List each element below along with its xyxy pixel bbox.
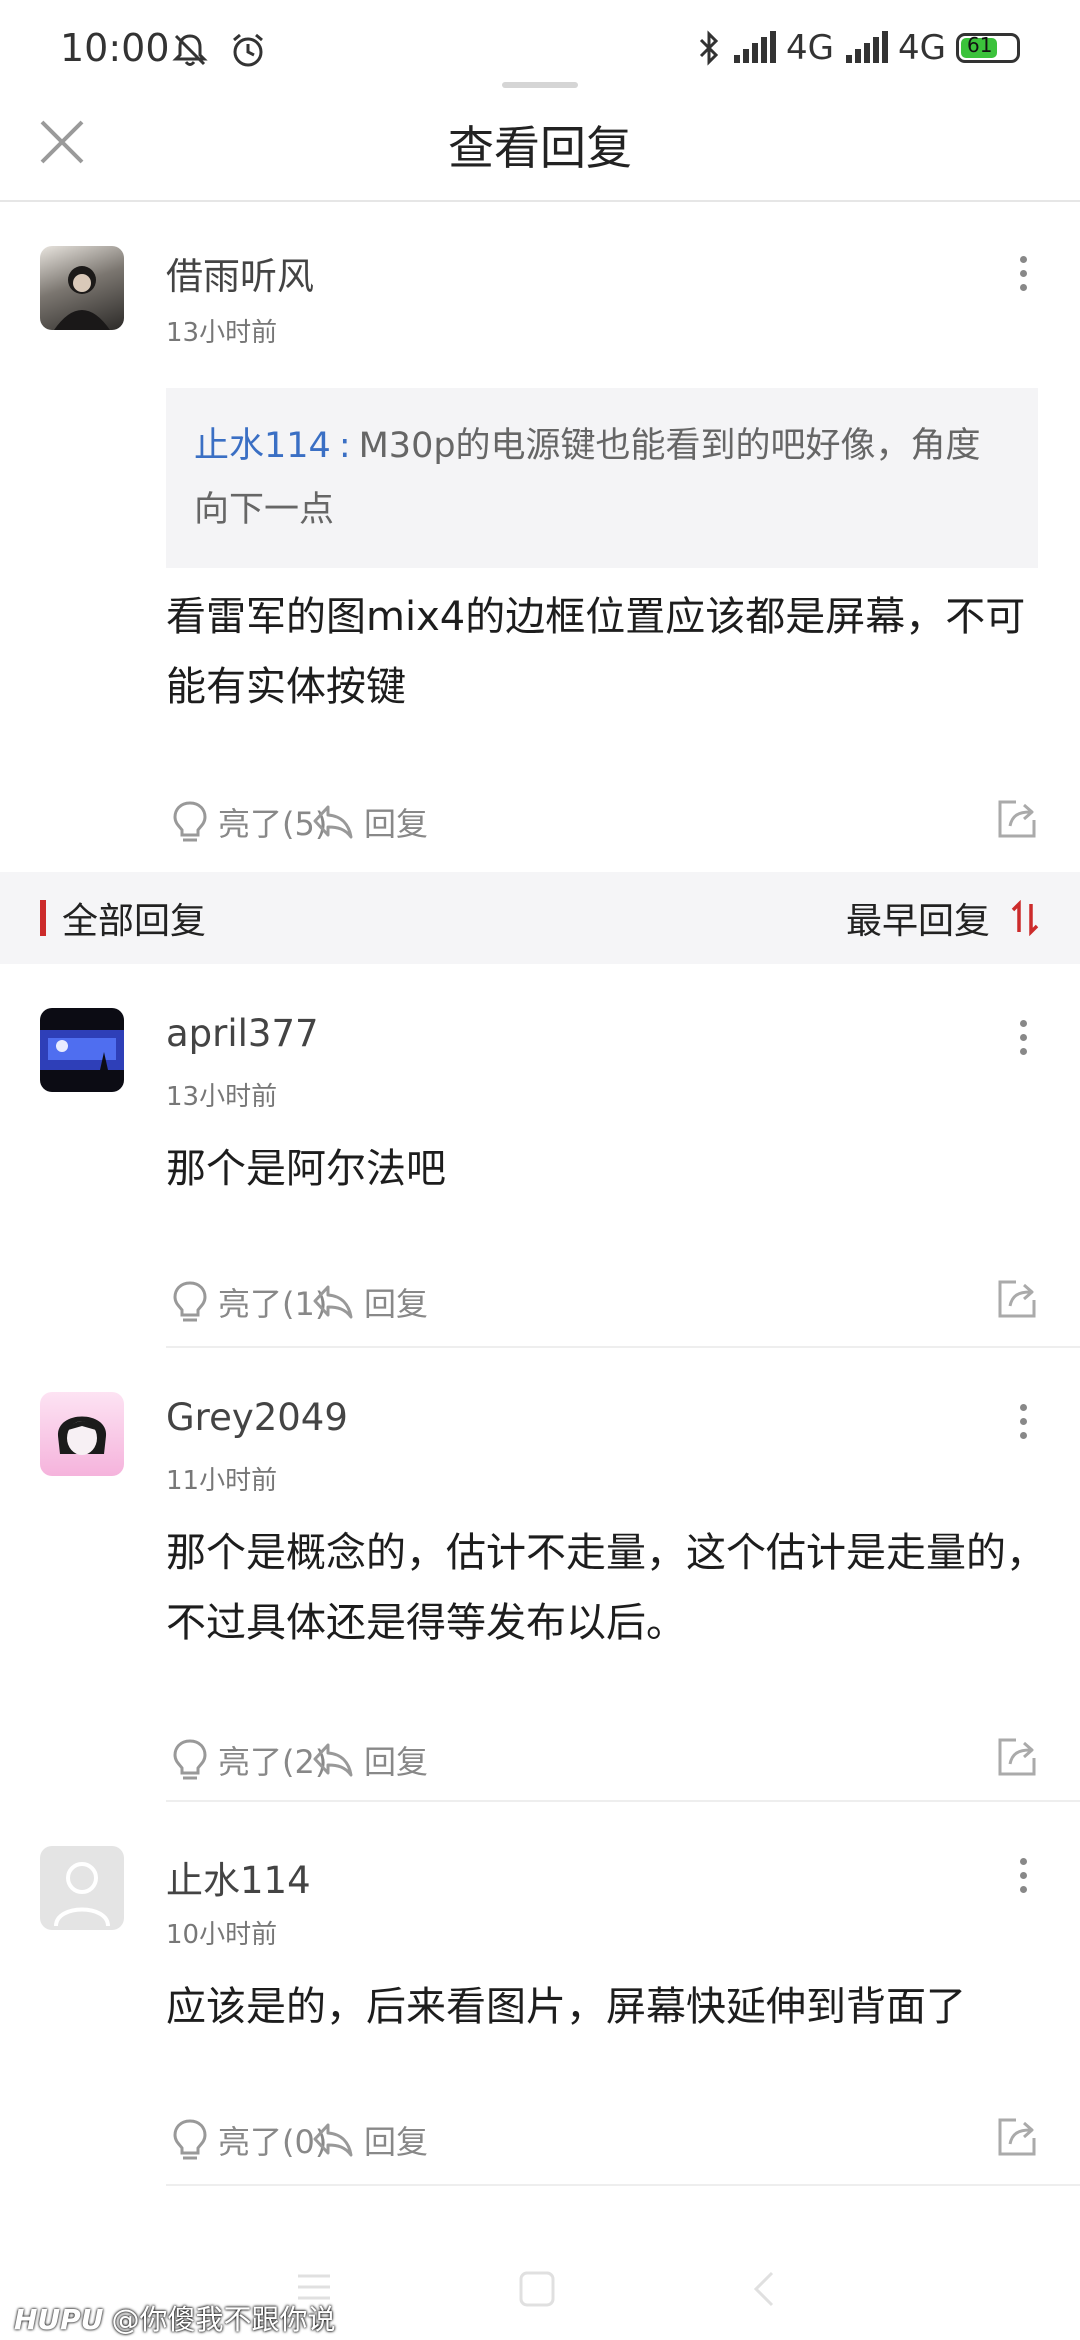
username[interactable]: april377 (166, 1012, 319, 1055)
like-button[interactable]: 亮了(5) (172, 792, 327, 852)
share-button[interactable] (996, 796, 1040, 848)
post-time: 10小时前 (166, 1920, 278, 1950)
share-icon (998, 2118, 1036, 2156)
section-marker (40, 900, 46, 936)
sort-button[interactable]: 最早回复 (846, 892, 1040, 944)
share-button[interactable] (996, 2114, 1040, 2166)
like-button[interactable]: 亮了(0) (172, 2110, 327, 2170)
battery-level: 61 (967, 33, 993, 57)
reply-button[interactable]: 回复 (312, 2110, 428, 2170)
like-button[interactable]: 亮了(2) (172, 1730, 327, 1790)
sort-arrows-icon (1011, 900, 1039, 936)
reply-arrow-icon (313, 1743, 353, 1777)
reply-label: 回复 (364, 2123, 429, 2161)
more-options-button[interactable] (1020, 1020, 1028, 1062)
divider (166, 1800, 1080, 1802)
bluetooth-icon (699, 30, 719, 66)
avatar-anime-icon (57, 1416, 107, 1455)
reply-arrow-icon (313, 805, 353, 839)
reply-actions: 亮了(0) 回复 (166, 2110, 1040, 2170)
more-options-button[interactable] (1020, 256, 1028, 298)
avatar-stage-icon (40, 1030, 124, 1070)
lightbulb-icon (173, 801, 207, 842)
divider (166, 2184, 1080, 2186)
post-time: 13小时前 (166, 1082, 278, 1112)
avatar[interactable] (40, 1008, 124, 1092)
avatar[interactable] (40, 1392, 124, 1476)
divider (166, 1346, 1080, 1348)
mute-bell-icon (172, 34, 208, 66)
watermark: HUPU @你傻我不跟你说 (14, 2298, 335, 2338)
reply-label: 回复 (364, 1743, 429, 1781)
signal-hd-icon (846, 31, 889, 63)
reply-actions: 亮了(1) 回复 (166, 1272, 1040, 1332)
comment-text: 看雷军的图mix4的边框位置应该都是屏幕，不可能有实体按键 (166, 594, 1026, 710)
reply-label: 回复 (364, 1285, 429, 1323)
like-count: 亮了(2) (218, 1743, 328, 1781)
username[interactable]: 止水114 (166, 1850, 311, 1904)
reply-button[interactable]: 回复 (312, 1730, 428, 1790)
reply-button[interactable]: 回复 (312, 792, 428, 852)
avatar[interactable] (40, 1846, 124, 1930)
reply-text: 那个是阿尔法吧 (166, 1146, 446, 1192)
quoted-username[interactable]: 止水114 (194, 426, 331, 466)
reply-actions: 亮了(2) 回复 (166, 1730, 1040, 1790)
home-nav-icon[interactable] (518, 2270, 556, 2308)
status-bar: 10:00 4G 4G 61 (0, 0, 1080, 100)
lightbulb-icon (173, 2119, 207, 2160)
reply-arrow-icon (313, 2123, 353, 2157)
post-time: 13小时前 (166, 318, 278, 348)
like-count: 亮了(1) (218, 1285, 328, 1323)
lightbulb-icon (173, 1281, 207, 1322)
more-options-button[interactable] (1020, 1404, 1028, 1446)
more-options-button[interactable] (1020, 1858, 1028, 1900)
page-title: 查看回复 (448, 121, 632, 175)
section-title: 全部回复 (62, 901, 207, 942)
comment-actions: 亮了(5) 回复 (166, 792, 1040, 852)
reply-label: 回复 (364, 805, 429, 843)
battery-icon: 61 (956, 33, 1020, 63)
like-count: 亮了(5) (218, 805, 328, 843)
sort-label: 最早回复 (845, 901, 990, 942)
like-count: 亮了(0) (218, 2123, 328, 2161)
back-nav-icon[interactable] (752, 2270, 776, 2308)
sheet-handle[interactable] (502, 82, 578, 88)
network-label-2: 4G (898, 28, 946, 68)
like-button[interactable]: 亮了(1) (172, 1272, 327, 1332)
share-icon (998, 1738, 1036, 1776)
reply-button[interactable]: 回复 (312, 1272, 428, 1332)
alarm-icon (233, 33, 263, 67)
watermark-brand: HUPU (14, 2303, 104, 2336)
avatar[interactable] (40, 246, 124, 330)
default-user-icon (54, 1862, 110, 1927)
share-button[interactable] (996, 1734, 1040, 1786)
share-icon (998, 800, 1036, 838)
watermark-text: @你傻我不跟你说 (111, 2303, 336, 2336)
reply-text: 应该是的，后来看图片，屏幕快延伸到背面了 (166, 1984, 966, 2030)
status-right: 4G 4G 61 (696, 28, 1020, 68)
quoted-reply[interactable]: 止水114: M30p的电源键也能看到的吧好像，角度向下一点 (166, 388, 1038, 568)
avatar-figure-icon (54, 266, 110, 330)
status-time: 10:00 (60, 26, 170, 70)
signal-icon (734, 31, 777, 63)
status-left-icons (170, 30, 268, 70)
share-icon (998, 1280, 1036, 1318)
lightbulb-icon (173, 1739, 207, 1780)
share-button[interactable] (996, 1276, 1040, 1328)
quote-separator: : (338, 426, 351, 466)
top-bar: 查看回复 (0, 100, 1080, 202)
reply-text: 那个是概念的，估计不走量，这个估计是走量的，不过具体还是得等发布以后。 (166, 1530, 1046, 1646)
reply-arrow-icon (313, 1285, 353, 1319)
username[interactable]: Grey2049 (166, 1396, 348, 1439)
network-label-1: 4G (786, 28, 835, 68)
all-replies-header: 全部回复 最早回复 (0, 872, 1080, 964)
username[interactable]: 借雨听风 (166, 246, 314, 300)
post-time: 11小时前 (166, 1466, 278, 1496)
